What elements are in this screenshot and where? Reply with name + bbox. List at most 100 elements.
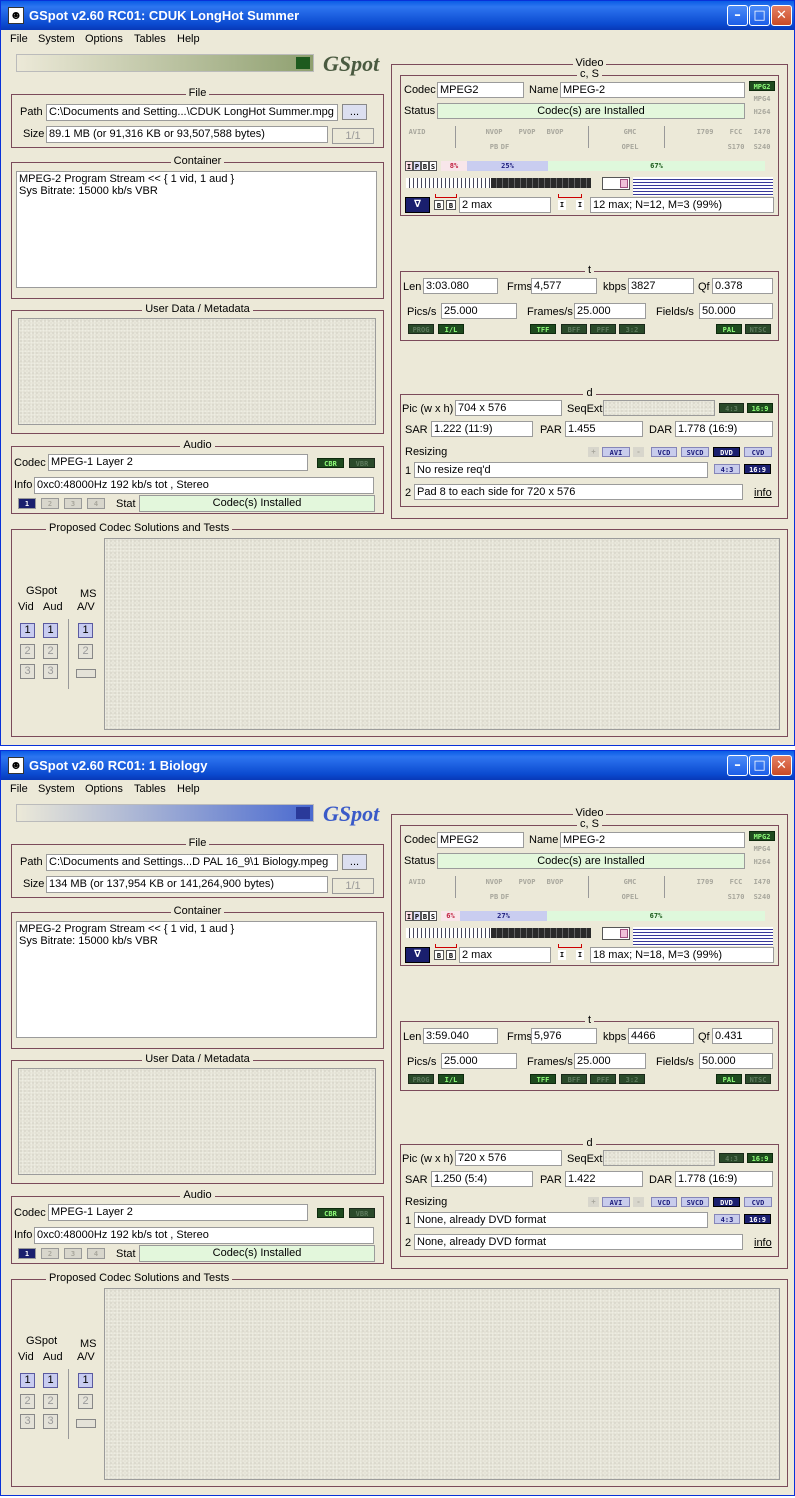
menu-bar: File System Options Tables Help	[1, 780, 794, 800]
gop-field: 12 max; N=12, M=3 (99%)	[590, 197, 774, 213]
path-field[interactable]: C:\Documents and Setting...\CDUK LongHot…	[46, 104, 338, 121]
minimize-button[interactable]: –	[727, 755, 748, 776]
maximize-button[interactable]: □	[749, 755, 770, 776]
qf-field: 0.378	[712, 278, 773, 294]
resize-tag-2[interactable]: -	[633, 1197, 644, 1207]
audio-stream-tab-3[interactable]: 4	[87, 498, 105, 509]
gspot-aud-1[interactable]: 2	[43, 644, 58, 659]
browse-button[interactable]: ...	[342, 104, 367, 120]
resize-ar-0[interactable]: 4:3	[714, 464, 740, 474]
vid-label: Vid	[18, 1351, 34, 1363]
resize-tag-4[interactable]: SVCD	[681, 447, 709, 457]
container-caption: Container	[170, 155, 225, 167]
menu-item-2[interactable]: Options	[85, 783, 123, 795]
ms-av-1[interactable]: 2	[78, 644, 93, 659]
audio-stream-tab-3[interactable]: 4	[87, 1248, 105, 1259]
len-field: 3:03.080	[423, 278, 498, 294]
scan-tag-6: PAL	[716, 1074, 742, 1084]
menu-item-4[interactable]: Help	[177, 33, 200, 45]
gspot-stamp-icon: ∇	[405, 947, 430, 963]
menu-item-1[interactable]: System	[38, 783, 75, 795]
menu-item-4[interactable]: Help	[177, 783, 200, 795]
gspot-aud-2[interactable]: 3	[43, 1414, 58, 1429]
resize-tag-4[interactable]: SVCD	[681, 1197, 709, 1207]
menu-item-0[interactable]: File	[10, 783, 28, 795]
browse-button[interactable]: ...	[342, 854, 367, 870]
menu-item-3[interactable]: Tables	[134, 33, 166, 45]
dar-field: 1.778 (16:9)	[675, 1171, 773, 1187]
gspot-vid-2[interactable]: 3	[20, 664, 35, 679]
maximize-button[interactable]: □	[749, 5, 770, 26]
separator	[68, 1369, 69, 1439]
resize-ar-1[interactable]: 16:9	[744, 1214, 771, 1224]
close-button[interactable]: ✕	[771, 755, 792, 776]
resize-tag-5[interactable]: DVD	[713, 447, 740, 457]
resize-tag-2[interactable]: -	[633, 447, 644, 457]
resize-tag-1[interactable]: AVI	[602, 1197, 630, 1207]
feature-tag-1: NVOP	[485, 878, 503, 886]
gspot-vid-0[interactable]: 1	[20, 1373, 35, 1388]
feature-tag-4: GMC	[623, 128, 637, 136]
gspot-aud-1[interactable]: 2	[43, 1394, 58, 1409]
resize-tag-0[interactable]: +	[588, 1197, 599, 1207]
ms-av-spacer	[76, 1419, 96, 1428]
qf-label: Qf	[698, 1031, 710, 1043]
resize-tag-6[interactable]: CVD	[744, 447, 772, 457]
resize-ar-0[interactable]: 4:3	[714, 1214, 740, 1224]
sar-label: SAR	[405, 424, 428, 436]
page-indicator: 1/1	[332, 878, 374, 894]
audio-stream-tab-0[interactable]: 1	[18, 498, 36, 509]
scan-tag-5: 3:2	[619, 324, 645, 334]
ms-av-spacer	[76, 669, 96, 678]
gspot-vid-1[interactable]: 2	[20, 1394, 35, 1409]
resize-tag-6[interactable]: CVD	[744, 1197, 772, 1207]
scan-tag-3: BFF	[561, 324, 587, 334]
ms-label: MS	[80, 1338, 97, 1350]
fields-field: 50.000	[699, 1053, 773, 1069]
transport-control[interactable]	[602, 177, 630, 190]
info-link[interactable]: info	[754, 1237, 772, 1249]
gspot-aud-0[interactable]: 1	[43, 1373, 58, 1388]
cbr-tag: CBR	[317, 458, 344, 468]
ms-av-1[interactable]: 2	[78, 1394, 93, 1409]
separator	[455, 126, 456, 148]
gspot-aud-2[interactable]: 3	[43, 664, 58, 679]
menu-item-2[interactable]: Options	[85, 33, 123, 45]
len-label: Len	[403, 281, 422, 293]
gspot-vid-1[interactable]: 2	[20, 644, 35, 659]
info-link[interactable]: info	[754, 487, 772, 499]
audio-stream-tab-2[interactable]: 3	[64, 498, 82, 509]
transport-control[interactable]	[602, 927, 630, 940]
par-label: PAR	[540, 424, 562, 436]
audio-stream-tab-0[interactable]: 1	[18, 1248, 36, 1259]
gspot-vid-0[interactable]: 1	[20, 623, 35, 638]
resize-tag-1[interactable]: AVI	[602, 447, 630, 457]
close-button[interactable]: ✕	[771, 5, 792, 26]
seqext-label: SeqExt	[567, 403, 603, 415]
feature-tag-6: FCC	[729, 878, 743, 886]
minimize-button[interactable]: –	[727, 5, 748, 26]
resize-ar-1[interactable]: 16:9	[744, 464, 771, 474]
menu-item-1[interactable]: System	[38, 33, 75, 45]
audio-stream-tab-2[interactable]: 3	[64, 1248, 82, 1259]
ms-av-0[interactable]: 1	[78, 1373, 93, 1388]
menu-item-0[interactable]: File	[10, 33, 28, 45]
container-caption: Container	[170, 905, 225, 917]
gspot-vid-2[interactable]: 3	[20, 1414, 35, 1429]
b-frame-marker: B	[446, 950, 456, 960]
resize-tag-5[interactable]: DVD	[713, 1197, 740, 1207]
resize-tag-3[interactable]: VCD	[651, 1197, 677, 1207]
frms-label: Frms	[507, 281, 533, 293]
audio-stream-tab-1[interactable]: 2	[41, 498, 59, 509]
path-field[interactable]: C:\Documents and Settings...D PAL 16_9\1…	[46, 854, 338, 871]
format-tag-0: MPG2	[749, 81, 775, 91]
menu-item-3[interactable]: Tables	[134, 783, 166, 795]
audio-codec-field: MPEG-1 Layer 2	[48, 454, 308, 471]
p-frame-bar: 27%	[460, 911, 547, 921]
resize-tag-3[interactable]: VCD	[651, 447, 677, 457]
gspot-aud-0[interactable]: 1	[43, 623, 58, 638]
pic-label: Pic (w x h)	[402, 403, 454, 415]
audio-stream-tab-1[interactable]: 2	[41, 1248, 59, 1259]
resize-tag-0[interactable]: +	[588, 447, 599, 457]
ms-av-0[interactable]: 1	[78, 623, 93, 638]
